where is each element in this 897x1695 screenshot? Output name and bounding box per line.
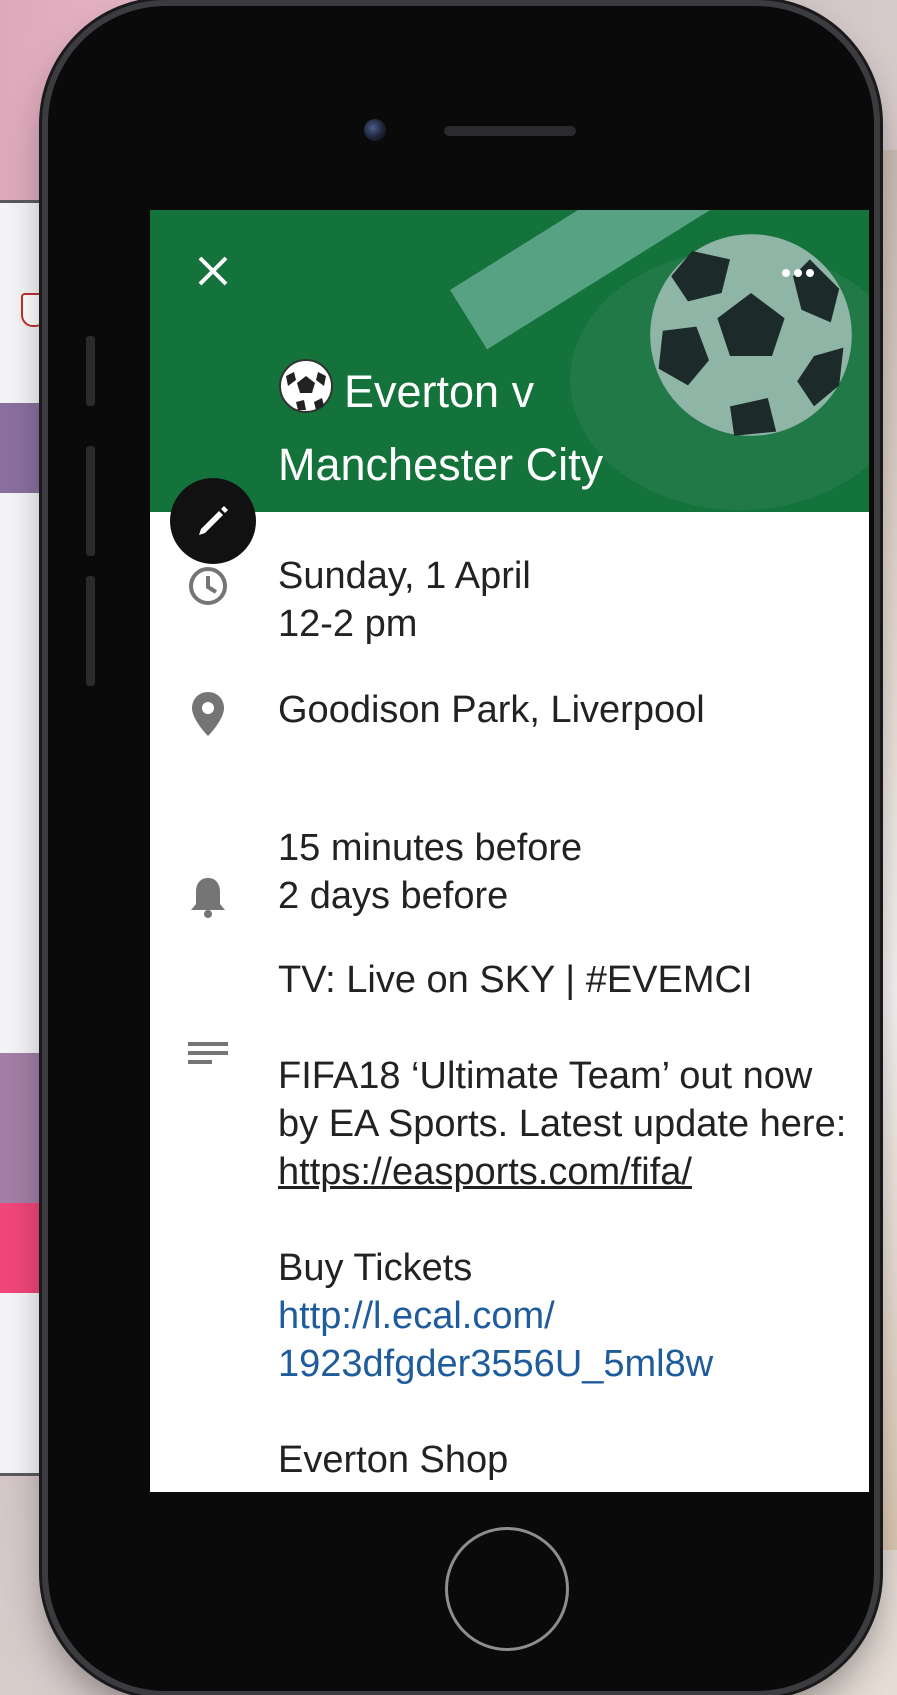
front-camera [364, 119, 386, 141]
notes-icon [188, 1042, 228, 1064]
close-button[interactable] [190, 248, 236, 294]
reminder-item: 15 minutes before [278, 827, 583, 869]
mute-switch [86, 336, 95, 406]
more-icon [782, 269, 814, 277]
pencil-icon [199, 506, 228, 535]
shop-label: Everton Shop [278, 1439, 509, 1481]
fifa-link[interactable]: https://easports.com/fifa/ [278, 1151, 692, 1193]
fifa-promo: FIFA18 ‘Ultimate Team’ out now by EA Spo… [278, 1055, 847, 1193]
tv-info: TV: Live on SKY | #EVEMCI [278, 959, 753, 1001]
event-time: 12-2 pm [278, 603, 418, 645]
edit-event-button[interactable] [170, 478, 256, 564]
event-location: Goodison Park, Liverpool [278, 689, 705, 731]
volume-down-button [86, 576, 95, 686]
event-header: Everton v Manchester City [150, 210, 869, 512]
location-pin-icon [192, 692, 224, 736]
event-title: Everton v Manchester City [278, 358, 798, 498]
tickets-link[interactable]: http://l.ecal.com/ 1923dfgder3556U_5ml8w [278, 1292, 858, 1388]
more-options-button[interactable] [778, 260, 818, 280]
bell-icon [191, 878, 225, 918]
club-crest [21, 293, 47, 327]
clock-icon [189, 567, 227, 605]
reminder-item: 2 days before [278, 875, 509, 917]
event-title-line2: Manchester City [278, 439, 604, 490]
event-date: Sunday, 1 April [278, 555, 531, 597]
earpiece-speaker [444, 126, 576, 136]
soccer-ball-icon [278, 358, 334, 432]
close-icon [198, 256, 228, 286]
buy-tickets-label: Buy Tickets [278, 1247, 473, 1289]
volume-up-button [86, 446, 95, 556]
event-title-line1: Everton v [344, 365, 535, 417]
phone-frame: Everton v Manchester City Sunday, 1 Apri… [48, 6, 874, 1691]
event-detail-screen: Everton v Manchester City Sunday, 1 Apri… [150, 210, 869, 1492]
home-button[interactable] [445, 1527, 569, 1651]
